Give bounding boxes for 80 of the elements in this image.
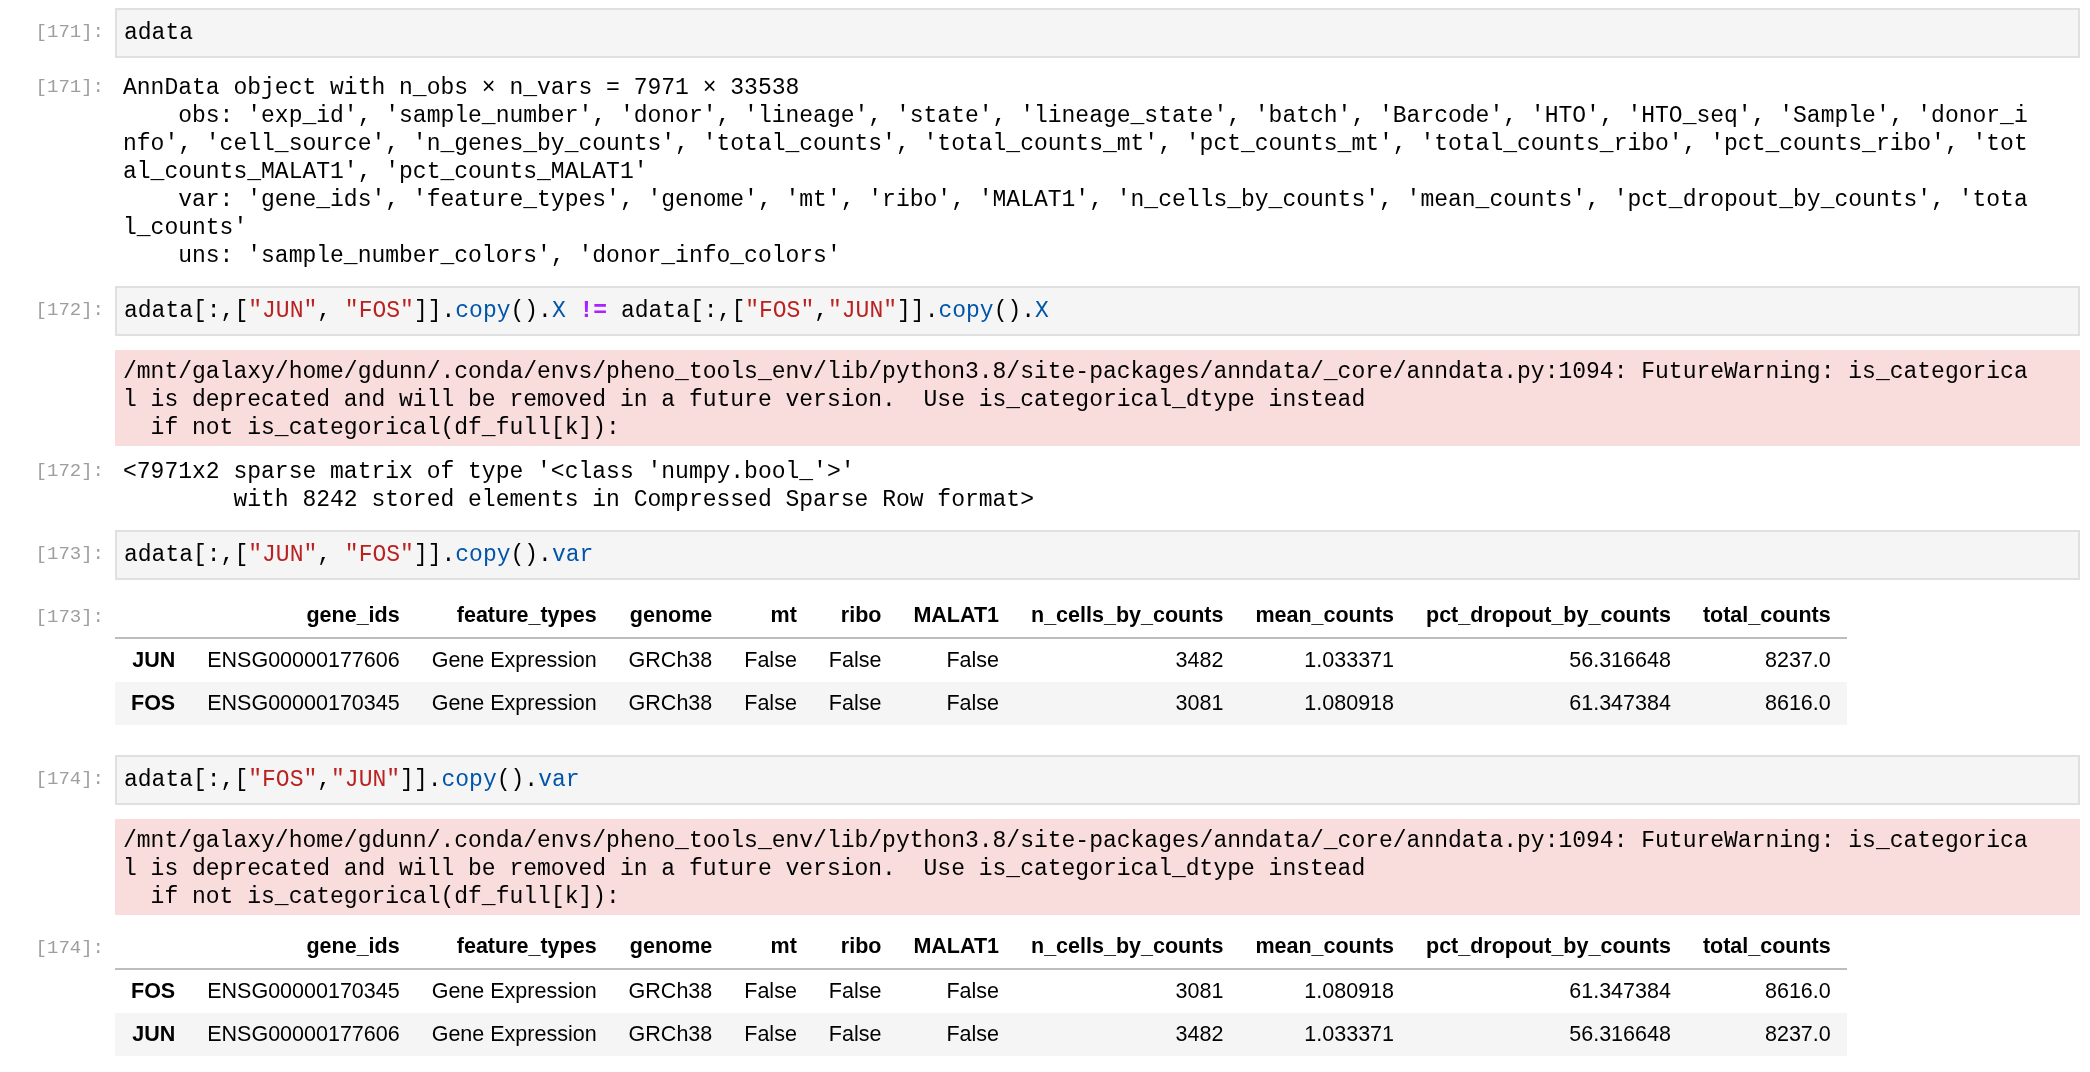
table-cell: False — [897, 682, 1015, 725]
table-cell: GRCh38 — [612, 682, 729, 725]
table-cell: GRCh38 — [612, 1013, 729, 1056]
row-index: JUN — [115, 1013, 192, 1056]
table-cell: 8616.0 — [1686, 969, 1847, 1013]
table-cell: False — [812, 969, 898, 1013]
column-header: MALAT1 — [897, 925, 1015, 969]
column-header: mean_counts — [1239, 594, 1410, 638]
table-cell: 1.033371 — [1239, 1013, 1410, 1056]
column-header: n_cells_by_counts — [1015, 594, 1240, 638]
output-prompt: [171]: — [34, 75, 105, 98]
input-prompt: [172]: — [34, 298, 105, 321]
code-cell[interactable]: adata — [115, 8, 2080, 58]
table-cell: GRCh38 — [612, 638, 729, 682]
table-cell: GRCh38 — [612, 969, 729, 1013]
input-prompt: [173]: — [34, 542, 105, 565]
table-cell: 1.080918 — [1239, 969, 1410, 1013]
output-text: <7971x2 sparse matrix of type '<class 'numpy.bool_'>' with 8242 stored elements in Compressed Sparse Row format> — [122, 458, 1035, 515]
column-header: genome — [612, 925, 729, 969]
column-header: feature_types — [415, 925, 613, 969]
column-header: pct_dropout_by_counts — [1410, 594, 1687, 638]
column-header: mt — [728, 594, 813, 638]
table-cell: False — [728, 682, 813, 725]
table-cell: 3482 — [1015, 1013, 1240, 1056]
code-cell[interactable]: adata[:,["JUN", "FOS"]].copy().X != adata[:,["FOS","JUN"]].copy().X — [115, 286, 2080, 336]
column-header: n_cells_by_counts — [1015, 925, 1240, 969]
table-cell: 3081 — [1015, 682, 1240, 725]
table-cell: 56.316648 — [1410, 638, 1687, 682]
table-cell: ENSG00000170345 — [191, 682, 416, 725]
column-header: MALAT1 — [897, 594, 1015, 638]
column-header: ribo — [812, 594, 898, 638]
table-cell: 1.033371 — [1239, 638, 1410, 682]
table-cell: Gene Expression — [415, 682, 613, 725]
table-cell: False — [812, 682, 898, 725]
table-cell: 8616.0 — [1686, 682, 1847, 725]
column-header: total_counts — [1686, 594, 1847, 638]
row-index: FOS — [115, 682, 192, 725]
column-header: mt — [728, 925, 813, 969]
output-text: AnnData object with n_obs × n_vars = 7971 × 33538 obs: 'exp_id', 'sample_number', 'donor', 'lineage', 'state', 'lineage_state', 'batch', 'Barcode', 'HTO', 'HTO_seq', 'Sample', 'donor_i nfo', 'cell_source', 'n_genes_by_counts', 'total_counts', 'total_counts_mt', 'pct_counts_mt', 'total_counts_ribo', 'pct_counts_ribo', 'tot al_counts_MALAT1', 'pct_counts_MALAT1' var: 'gene_ids', 'feature_types', 'genome', 'mt', 'ribo', 'MALAT1', 'n_cells_by_counts', 'mean_counts', 'pct_dropout_by_counts', 'tota l_counts' uns: 'sample_number_colors', 'donor_info_colors' — [122, 74, 2029, 271]
output-prompt: [173]: — [34, 605, 105, 628]
row-index: FOS — [115, 969, 192, 1013]
column-header: pct_dropout_by_counts — [1410, 925, 1687, 969]
table-cell: 1.080918 — [1239, 682, 1410, 725]
table-cell: Gene Expression — [415, 1013, 613, 1056]
warning-output: /mnt/galaxy/home/gdunn/.conda/envs/pheno_tools_env/lib/python3.8/site-packages/anndata/_core/anndata.py:1094: FutureWarning: is_categorica l is deprecated and will be removed in a future version. Use is_categorical_dtype instead if not is_categorical(df_full[k]): — [115, 819, 2080, 915]
column-header: gene_ids — [191, 594, 416, 638]
table-cell: ENSG00000177606 — [191, 1013, 416, 1056]
input-prompt: [174]: — [34, 767, 105, 790]
column-header: gene_ids — [191, 925, 416, 969]
code-cell[interactable]: adata[:,["JUN", "FOS"]].copy().var — [115, 530, 2080, 580]
table-cell: 56.316648 — [1410, 1013, 1687, 1056]
column-header: genome — [612, 594, 729, 638]
code-cell[interactable]: adata[:,["FOS","JUN"]].copy().var — [115, 755, 2080, 805]
column-header: feature_types — [415, 594, 613, 638]
table-cell: False — [897, 969, 1015, 1013]
table-cell: False — [897, 1013, 1015, 1056]
table-cell: 8237.0 — [1686, 1013, 1847, 1056]
table-cell: 61.347384 — [1410, 682, 1687, 725]
input-prompt: [171]: — [34, 20, 105, 43]
output-prompt: [172]: — [34, 459, 105, 482]
output-prompt: [174]: — [34, 936, 105, 959]
table-cell: False — [728, 969, 813, 1013]
table-cell: False — [728, 1013, 813, 1056]
table-cell: Gene Expression — [415, 638, 613, 682]
table-cell: Gene Expression — [415, 969, 613, 1013]
table-cell: 3081 — [1015, 969, 1240, 1013]
row-index: JUN — [115, 638, 192, 682]
table-cell: False — [812, 1013, 898, 1056]
table-cell: 8237.0 — [1686, 638, 1847, 682]
table-cell: 3482 — [1015, 638, 1240, 682]
column-header: mean_counts — [1239, 925, 1410, 969]
table-cell: ENSG00000177606 — [191, 638, 416, 682]
column-header: ribo — [812, 925, 898, 969]
column-header: total_counts — [1686, 925, 1847, 969]
table-cell: False — [728, 638, 813, 682]
warning-output: /mnt/galaxy/home/gdunn/.conda/envs/pheno_tools_env/lib/python3.8/site-packages/anndata/_core/anndata.py:1094: FutureWarning: is_categorica l is deprecated and will be removed in a future version. Use is_categorical_dtype instead if not is_categorical(df_full[k]): — [115, 350, 2080, 446]
table-cell: False — [897, 638, 1015, 682]
table-cell: ENSG00000170345 — [191, 969, 416, 1013]
table-cell: False — [812, 638, 898, 682]
table-cell: 61.347384 — [1410, 969, 1687, 1013]
